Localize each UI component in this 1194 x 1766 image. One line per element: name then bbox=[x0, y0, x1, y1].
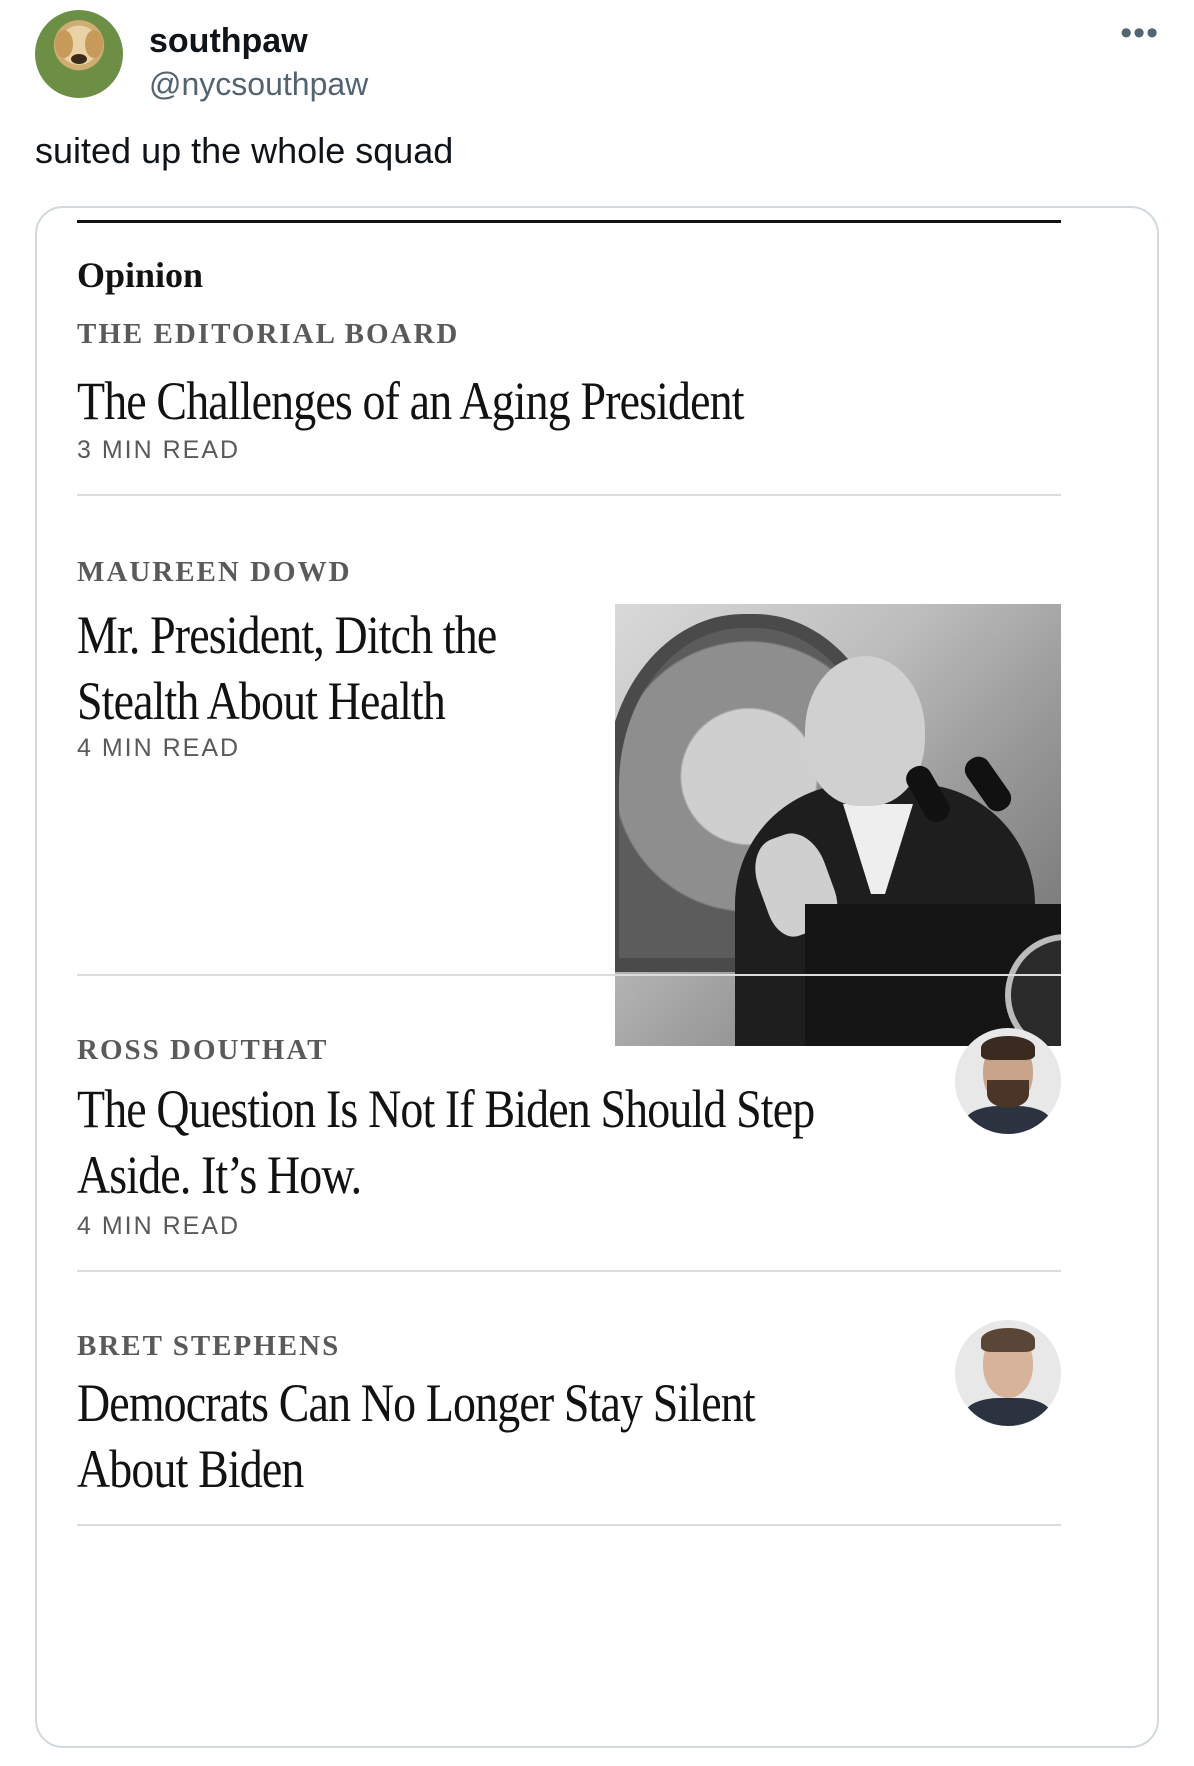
avatar-ear-right bbox=[85, 30, 103, 58]
headline-line: Mr. President, Ditch the bbox=[77, 605, 497, 665]
divider bbox=[77, 1270, 1061, 1272]
headline-line: Democrats Can No Longer Stay Silent bbox=[77, 1373, 756, 1433]
headshot-beard bbox=[987, 1080, 1029, 1108]
headline[interactable]: Mr. President, Ditch the Stealth About H… bbox=[77, 602, 497, 734]
headshot-hair bbox=[981, 1328, 1035, 1352]
avatar-snout bbox=[71, 54, 87, 64]
divider bbox=[77, 494, 1061, 496]
headline[interactable]: Democrats Can No Longer Stay Silent Abou… bbox=[77, 1370, 756, 1502]
avatar-ear-left bbox=[55, 30, 73, 58]
tweet-header: southpaw @nycsouthpaw ••• bbox=[35, 10, 1159, 103]
byline: MAUREEN DOWD bbox=[77, 556, 352, 588]
byline: ROSS DOUTHAT bbox=[77, 1034, 329, 1066]
byline: BRET STEPHENS bbox=[77, 1330, 341, 1362]
headshot-shoulders bbox=[965, 1398, 1051, 1426]
headline-line: The Question Is Not If Biden Should Step bbox=[77, 1079, 815, 1139]
headshot-shoulders bbox=[965, 1106, 1051, 1134]
attached-image-card[interactable]: Opinion THE EDITORIAL BOARD The Challeng… bbox=[35, 206, 1159, 1748]
display-name[interactable]: southpaw bbox=[149, 22, 308, 61]
read-time: 3 MIN READ bbox=[77, 436, 241, 464]
headline-line: Aside. It’s How. bbox=[77, 1145, 362, 1205]
headline-line: About Biden bbox=[77, 1439, 304, 1499]
author-headshot bbox=[955, 1320, 1061, 1426]
author-headshot bbox=[955, 1028, 1061, 1134]
byline: THE EDITORIAL BOARD bbox=[77, 318, 460, 350]
headshot-hair bbox=[981, 1036, 1035, 1060]
divider bbox=[77, 1524, 1061, 1526]
tweet-text: suited up the whole squad bbox=[35, 130, 454, 171]
more-options-icon[interactable]: ••• bbox=[1120, 14, 1159, 53]
section-top-rule bbox=[77, 220, 1061, 223]
user-handle[interactable]: @nycsouthpaw bbox=[149, 66, 368, 103]
section-label: Opinion bbox=[77, 255, 204, 295]
read-time: 4 MIN READ bbox=[77, 734, 241, 762]
article-photo[interactable] bbox=[615, 604, 1061, 1046]
headline[interactable]: The Question Is Not If Biden Should Step… bbox=[77, 1076, 815, 1208]
headline[interactable]: The Challenges of an Aging President bbox=[77, 368, 745, 434]
divider bbox=[77, 974, 1061, 976]
headline-line: Stealth About Health bbox=[77, 671, 446, 731]
user-avatar[interactable] bbox=[35, 10, 123, 98]
read-time: 4 MIN READ bbox=[77, 1212, 241, 1240]
